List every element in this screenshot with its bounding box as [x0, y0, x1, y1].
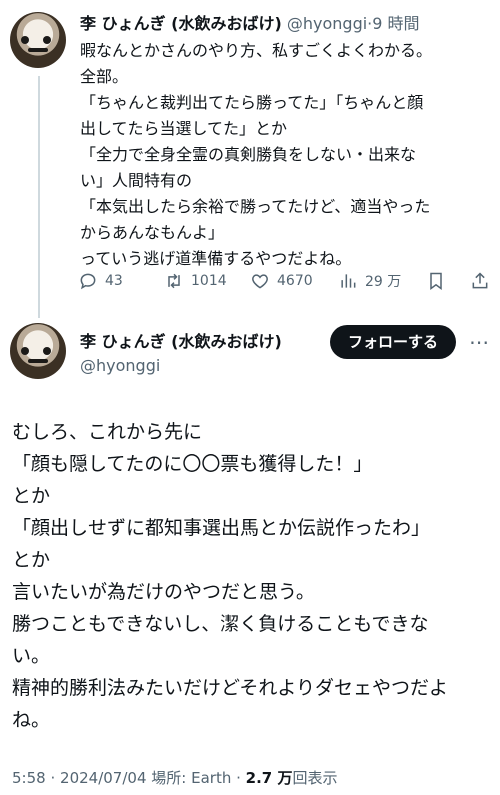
retweet-button[interactable]: 1014 — [164, 268, 227, 294]
views-button[interactable]: 29 万 — [338, 268, 401, 294]
tweet-line: い。 — [12, 645, 51, 667]
views-value: 2.7 万 — [245, 769, 293, 787]
like-button[interactable]: 4670 — [250, 268, 313, 294]
tweet-line: 言いたいが為だけのやつだと思う。 — [12, 581, 315, 603]
separator-dot: · — [236, 769, 241, 787]
bookmark-button[interactable] — [426, 268, 446, 294]
avatar[interactable] — [10, 12, 66, 68]
tweet-line: い」人間特有の — [80, 171, 193, 190]
tweet-line: むしろ、これから先に — [12, 421, 203, 443]
tweet-metadata: 5:58 · 2024/07/04 場所: Earth · 2.7 万回表示 — [12, 766, 492, 790]
tweet-time[interactable]: 9 時間 — [372, 14, 419, 33]
tweet-line: 「顔出しせずに都知事選出馬とか伝説作ったわ」 — [12, 517, 431, 539]
tweet-line: 全部。 — [80, 67, 129, 86]
tweet-line: 「ちゃんと裁判出てたら勝ってた」「ちゃんと顔 — [80, 93, 424, 112]
tweet-line: ね。 — [12, 709, 51, 731]
reply-icon — [80, 273, 96, 290]
author-handle[interactable]: @hyonggi — [80, 354, 340, 378]
share-button[interactable] — [470, 268, 490, 294]
follow-button[interactable]: フォローする — [330, 325, 456, 359]
post-time[interactable]: 5:58 — [12, 769, 46, 787]
author-name[interactable]: 李 ひょんぎ (水飲みおばけ) — [80, 330, 340, 354]
tweet-line: 「本気出したら余裕で勝ってたけど、適当やった — [80, 197, 431, 216]
more-icon[interactable]: ⋯ — [466, 327, 492, 357]
like-count: 4670 — [277, 273, 313, 289]
share-icon — [472, 272, 488, 289]
post-location: 場所: Earth — [151, 769, 232, 787]
tweet-line: 「全力で全身全霊の真剣勝負をしない・出来な — [80, 145, 417, 164]
tweet-actions: 43 1014 4670 29 万 — [78, 268, 488, 294]
tweet-line: 勝つこともできないし、潔く負けることもできな — [12, 613, 429, 635]
thread-connector-line — [38, 76, 40, 318]
tweet-line: 出してたら当選してた」とか — [80, 119, 288, 138]
author-name[interactable]: 李 ひょんぎ (水飲みおばけ) — [80, 14, 282, 33]
tweet-line: とか — [12, 549, 51, 571]
tweet-text: 暇なんとかさんのやり方、私すごくよくわかる。 全部。 「ちゃんと裁判出てたら勝っ… — [80, 38, 480, 272]
tweet-text: むしろ、これから先に 「顔も隠してたのに〇〇票も獲得した！」 とか 「顔出しせず… — [12, 416, 492, 736]
tweet-header: 李 ひょんぎ (水飲みおばけ) @hyonggi — [80, 330, 340, 380]
author-handle[interactable]: @hyonggi — [287, 14, 367, 33]
retweet-icon — [168, 273, 180, 289]
avatar[interactable] — [10, 323, 66, 379]
tweet-line: 「顔も隠してたのに〇〇票も獲得した！」 — [12, 453, 373, 475]
bookmark-icon — [430, 272, 442, 290]
tweet-header: 李 ひょんぎ (水飲みおばけ) @hyonggi·9 時間 — [80, 12, 490, 36]
views-icon — [341, 274, 356, 288]
views-label: 回表示 — [292, 769, 338, 787]
separator-dot: · — [50, 769, 56, 787]
tweet-line: からあんなもんよ」 — [80, 223, 225, 242]
tweet-line: 暇なんとかさんのやり方、私すごくよくわかる。 — [80, 41, 433, 60]
reply-button[interactable]: 43 — [78, 268, 123, 294]
views-count: 29 万 — [365, 274, 402, 290]
heart-icon — [252, 274, 268, 289]
tweet-line: とか — [12, 485, 51, 507]
tweet-line: 精神的勝利法みたいだけどそれよりダセェやつだよ — [12, 677, 449, 699]
post-date[interactable]: 2024/07/04 — [60, 769, 146, 787]
reply-count: 43 — [105, 273, 123, 289]
retweet-count: 1014 — [191, 273, 227, 289]
